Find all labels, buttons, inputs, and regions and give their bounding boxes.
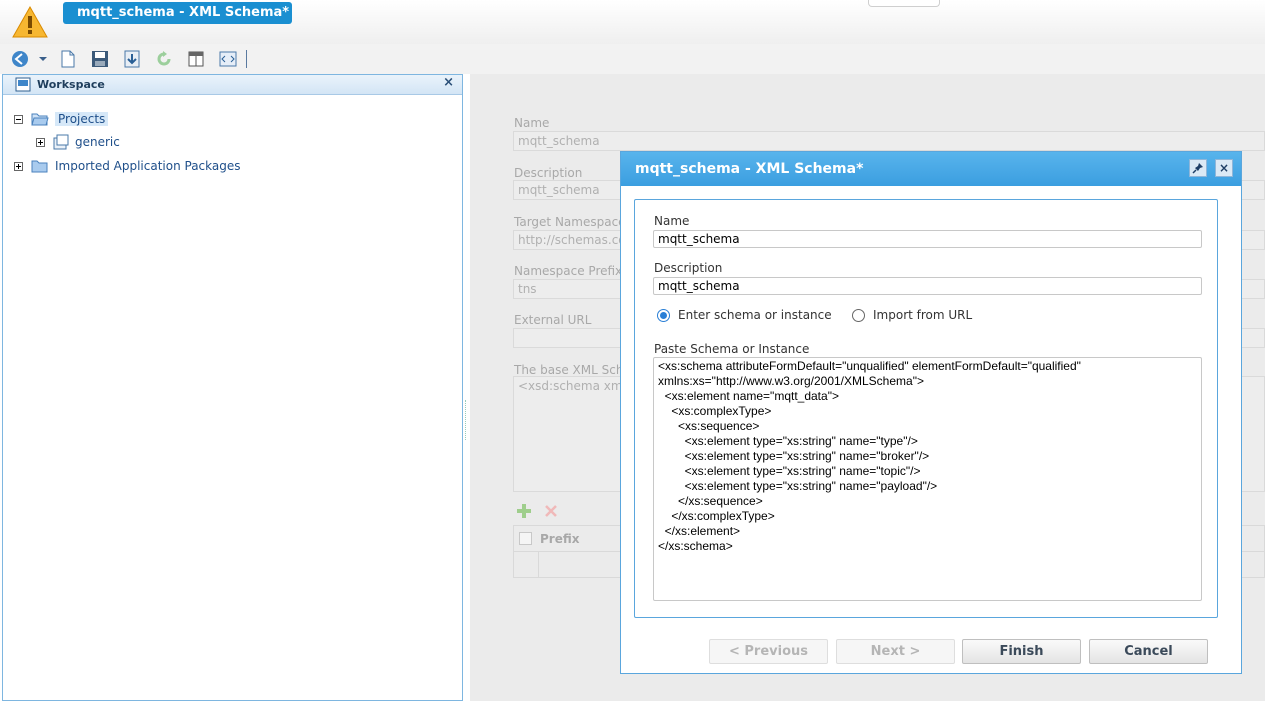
radio-button-selected[interactable]: [657, 308, 670, 322]
name-label: Name: [654, 214, 690, 228]
project-package-icon: [53, 134, 69, 150]
tree-item-label: generic: [75, 135, 120, 149]
add-icon[interactable]: [516, 503, 532, 519]
bg-target-namespace-label: Target Namespace: [514, 215, 626, 229]
dialog-title: mqtt_schema - XML Schema*: [635, 161, 864, 177]
expand-icon[interactable]: [14, 161, 23, 171]
bg-name-input[interactable]: mqtt_schema: [513, 131, 1265, 151]
close-icon[interactable]: ×: [1215, 159, 1233, 177]
paste-schema-label: Paste Schema or Instance: [654, 342, 810, 356]
radio-import-label: Import from URL: [873, 308, 973, 322]
description-label: Description: [654, 261, 723, 275]
name-input[interactable]: [653, 230, 1202, 248]
next-button[interactable]: Next >: [836, 639, 955, 664]
expand-icon[interactable]: [36, 137, 45, 147]
previous-button[interactable]: < Previous: [709, 639, 828, 664]
bg-description-label: Description: [514, 166, 583, 180]
bg-base-xml-label: The base XML Sche: [514, 363, 631, 377]
schema-textarea[interactable]: <xs:schema attributeFormDefault="unquali…: [653, 357, 1202, 601]
tree-item-label: Imported Application Packages: [55, 159, 241, 173]
radio-enter-schema[interactable]: Enter schema or instance: [657, 308, 832, 322]
radio-enter-label: Enter schema or instance: [678, 308, 832, 322]
editor-title-tab[interactable]: mqtt_schema - XML Schema*: [63, 2, 292, 24]
grid-prefix-header: Prefix: [540, 531, 580, 546]
deploy-icon[interactable]: [122, 49, 142, 69]
pin-icon[interactable]: [1189, 159, 1207, 177]
toolbar-separator: [246, 50, 247, 68]
radio-button[interactable]: [852, 308, 865, 322]
workspace-icon: [15, 77, 31, 95]
panel-splitter[interactable]: [465, 400, 468, 440]
finish-button[interactable]: Finish: [962, 639, 1081, 664]
back-icon[interactable]: [10, 49, 30, 69]
save-icon[interactable]: [90, 49, 110, 69]
close-icon[interactable]: ×: [443, 75, 454, 90]
refresh-icon[interactable]: [154, 49, 174, 69]
bg-namespace-prefix-label: Namespace Prefix ir: [514, 264, 635, 278]
tree-item-label: Projects: [55, 112, 109, 126]
radio-import-url[interactable]: Import from URL: [852, 308, 972, 322]
warning-icon[interactable]: [12, 6, 48, 38]
xml-view-icon[interactable]: [218, 49, 238, 69]
top-center-handle[interactable]: [868, 0, 940, 7]
table-icon[interactable]: [186, 49, 206, 69]
bg-external-url-label: External URL: [514, 313, 592, 327]
main-toolbar: [0, 44, 1265, 74]
new-document-icon[interactable]: [58, 49, 78, 69]
delete-icon[interactable]: [544, 504, 558, 518]
folder-open-icon: [31, 113, 49, 126]
bg-name-label: Name: [514, 116, 550, 130]
tree-item-imported-packages[interactable]: Imported Application Packages: [14, 157, 241, 175]
workspace-header: Workspace ×: [3, 75, 462, 95]
xml-schema-dialog: mqtt_schema - XML Schema* × Name Descrip…: [620, 151, 1242, 674]
tree-item-generic[interactable]: generic: [36, 133, 120, 151]
chevron-down-icon[interactable]: [36, 49, 50, 69]
app-header: mqtt_schema - XML Schema*: [0, 0, 1265, 44]
description-input[interactable]: [653, 277, 1202, 295]
schema-fieldset: Name Description Enter schema or instanc…: [634, 199, 1218, 618]
folder-icon: [31, 160, 48, 173]
workspace-panel: Workspace × Projects generic Imported Ap…: [2, 74, 463, 701]
select-all-checkbox[interactable]: [519, 532, 532, 545]
cancel-button[interactable]: Cancel: [1089, 639, 1208, 664]
dialog-header: mqtt_schema - XML Schema* ×: [621, 152, 1241, 186]
workspace-title: Workspace: [37, 78, 105, 91]
collapse-icon[interactable]: [14, 114, 23, 124]
tree-item-projects[interactable]: Projects: [14, 110, 109, 128]
